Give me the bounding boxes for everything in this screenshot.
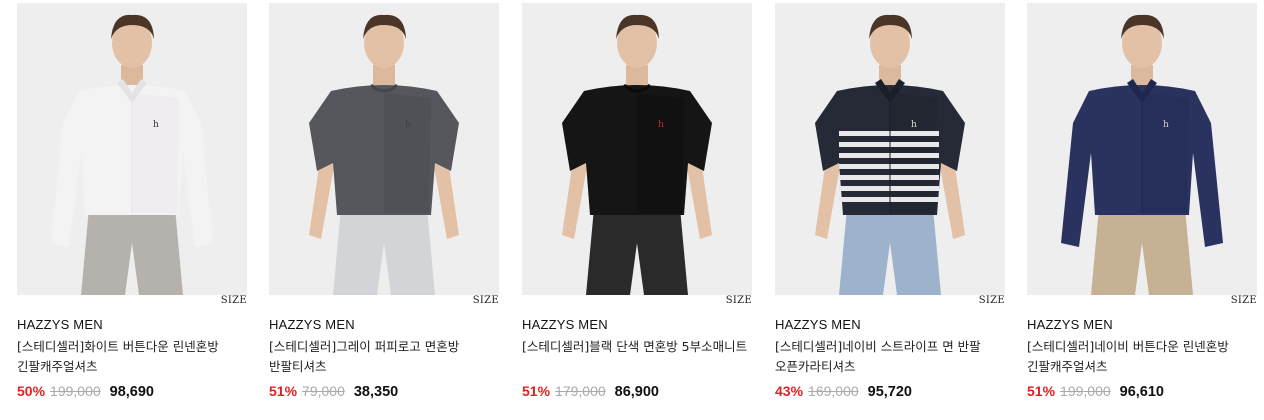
product-grid: h SIZE HAZZYS MEN [스테디셀러]화이트 버튼다운 린넨혼방 긴…	[0, 0, 1264, 420]
svg-text:h: h	[405, 120, 411, 130]
discount-rate: 51%	[269, 383, 298, 399]
discount-rate: 51%	[1027, 383, 1056, 399]
sale-price: 95,720	[867, 384, 912, 400]
sale-price: 86,900	[614, 384, 659, 400]
original-price: 169,000	[808, 383, 859, 399]
product-name[interactable]: [스테디셀러]화이트 버튼다운 린넨혼방 긴팔캐주얼셔츠	[17, 337, 249, 377]
svg-text:h: h	[1163, 120, 1169, 130]
product-card[interactable]: h SIZE HAZZYS MEN [스테디셀러]네이비 스트라이프 면 반팔 …	[775, 0, 1007, 410]
product-image[interactable]: h	[1027, 3, 1257, 295]
sale-price: 38,350	[353, 384, 399, 400]
product-brand[interactable]: HAZZYS MEN	[522, 317, 608, 332]
model-photo: h	[51, 14, 213, 295]
price-row: 50% 199,000 98,690	[17, 383, 154, 401]
product-card[interactable]: h SIZE HAZZYS MEN [스테디셀러]네이비 버튼다운 린넨혼방 긴…	[1027, 0, 1259, 410]
svg-text:h: h	[911, 120, 917, 130]
svg-text:h: h	[658, 120, 664, 130]
discount-rate: 51%	[522, 383, 551, 399]
product-card[interactable]: h SIZE HAZZYS MEN [스테디셀러]블랙 단색 면혼방 5부소매니…	[522, 0, 754, 410]
product-name[interactable]: [스테디셀러]블랙 단색 면혼방 5부소매니트	[522, 337, 754, 357]
product-brand[interactable]: HAZZYS MEN	[17, 317, 103, 332]
size-button[interactable]: SIZE	[726, 295, 752, 306]
price-row: 51% 179,000 86,900	[522, 383, 659, 401]
size-button[interactable]: SIZE	[473, 295, 499, 306]
product-image[interactable]: h	[775, 3, 1005, 295]
product-brand[interactable]: HAZZYS MEN	[1027, 317, 1113, 332]
svg-text:h: h	[153, 120, 159, 130]
product-name[interactable]: [스테디셀러]네이비 스트라이프 면 반팔 오픈카라티셔츠	[775, 337, 1007, 377]
product-brand[interactable]: HAZZYS MEN	[775, 317, 861, 332]
model-photo: h	[1061, 14, 1223, 295]
product-image[interactable]: h	[269, 3, 499, 295]
size-button[interactable]: SIZE	[1231, 295, 1257, 306]
product-image[interactable]: h	[522, 3, 752, 295]
discount-rate: 43%	[775, 383, 804, 399]
product-name[interactable]: [스테디셀러]네이비 버튼다운 린넨혼방 긴팔캐주얼셔츠	[1027, 337, 1259, 377]
model-photo: h	[562, 14, 712, 295]
original-price: 199,000	[50, 383, 101, 399]
price-row: 51% 79,000 38,350	[269, 383, 398, 401]
size-button[interactable]: SIZE	[979, 295, 1005, 306]
product-card[interactable]: h SIZE HAZZYS MEN [스테디셀러]그레이 퍼피로고 면혼방 반팔…	[269, 0, 501, 410]
model-photo: h	[815, 14, 965, 295]
original-price: 79,000	[302, 383, 345, 399]
original-price: 199,000	[1060, 383, 1111, 399]
product-card[interactable]: h SIZE HAZZYS MEN [스테디셀러]화이트 버튼다운 린넨혼방 긴…	[17, 0, 249, 410]
sale-price: 96,610	[1119, 384, 1164, 400]
sale-price: 98,690	[109, 384, 154, 400]
product-brand[interactable]: HAZZYS MEN	[269, 317, 355, 332]
model-photo: h	[309, 14, 459, 295]
original-price: 179,000	[555, 383, 606, 399]
price-row: 51% 199,000 96,610	[1027, 383, 1164, 401]
product-name[interactable]: [스테디셀러]그레이 퍼피로고 면혼방 반팔티셔츠	[269, 337, 501, 377]
size-button[interactable]: SIZE	[221, 295, 247, 306]
product-image[interactable]: h	[17, 3, 247, 295]
price-row: 43% 169,000 95,720	[775, 383, 912, 401]
discount-rate: 50%	[17, 383, 46, 399]
